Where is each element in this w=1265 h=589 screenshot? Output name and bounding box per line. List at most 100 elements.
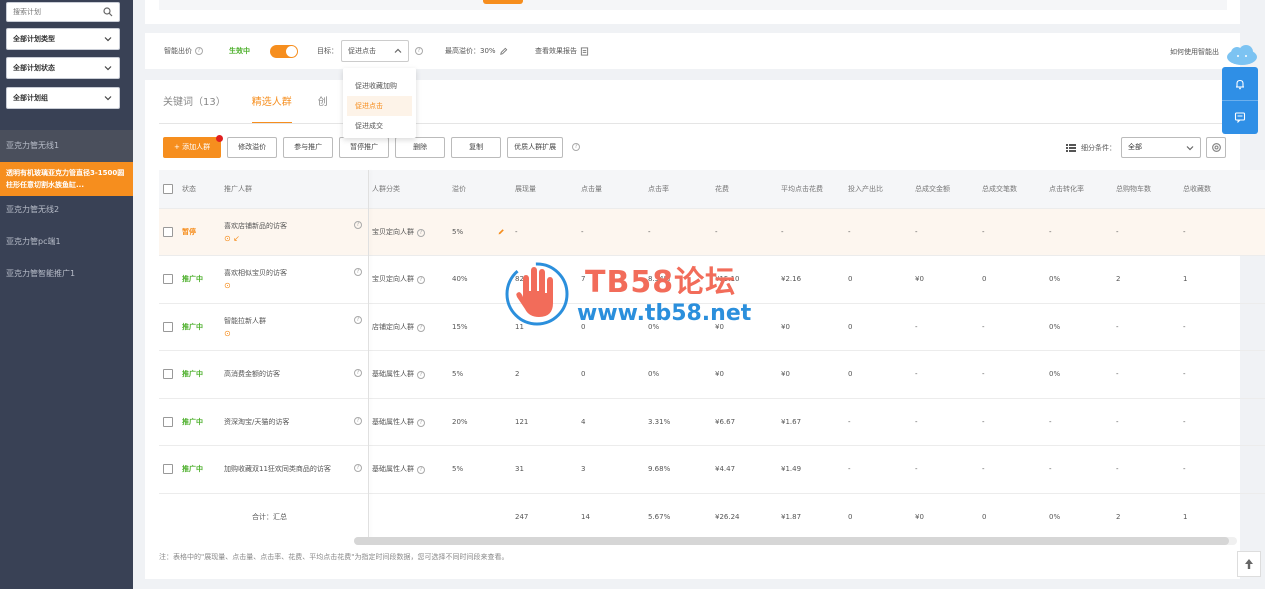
row-premium[interactable]: 5% xyxy=(452,465,463,473)
help-icon[interactable]: ? xyxy=(354,220,362,229)
report-icon[interactable] xyxy=(580,46,589,56)
edit-icon[interactable] xyxy=(497,228,505,236)
help-icon[interactable]: ? xyxy=(354,416,362,425)
goal-option-cart-fav[interactable]: 促进收藏加购 xyxy=(343,76,416,96)
row-status-cell: 推广中 xyxy=(178,445,220,493)
horizontal-scrollbar[interactable] xyxy=(354,537,1237,545)
sidebar: 全部计划类型 全部计划状态 全部计划组 亚克力管无线1 透明有机玻璃亚克力管直径… xyxy=(0,0,133,589)
sidebar-item-plan-pc[interactable]: 亚克力管pc端1 xyxy=(0,232,133,252)
row-cost: ¥0 xyxy=(711,350,777,398)
goal-value: 促进点击 xyxy=(348,47,376,55)
plan-status-select[interactable]: 全部计划状态 xyxy=(6,57,120,79)
row-ctr: 3.31% xyxy=(644,397,711,446)
sidebar-item-plan-smart[interactable]: 亚克力管智能推广1 xyxy=(0,264,133,284)
plan-search-input[interactable] xyxy=(7,3,97,21)
help-icon[interactable]: ? xyxy=(417,276,425,285)
help-icon[interactable]: ? xyxy=(354,369,362,378)
row-audience-cell: 喜欢店铺新品的访客 ⊙ ↙? xyxy=(220,207,368,256)
row-ctr: - xyxy=(644,207,711,256)
filter-select[interactable]: 全部 xyxy=(1121,137,1201,158)
smart-bid-status: 生效中 xyxy=(229,47,250,55)
audience-tag-icon[interactable]: ⊙ xyxy=(224,281,287,290)
row-status[interactable]: 推广中 xyxy=(182,323,203,331)
row-status[interactable]: 推广中 xyxy=(182,275,203,283)
join-promo-button[interactable]: 参与推广 xyxy=(283,137,334,158)
row-carts: - xyxy=(1112,445,1179,493)
modify-premium-button[interactable]: 修改溢价 xyxy=(227,137,278,158)
pause-promo-button[interactable]: 暂停推广 xyxy=(339,137,390,158)
row-ctr: 0% xyxy=(644,350,711,398)
goal-select[interactable]: 促进点击 xyxy=(341,40,409,62)
goal-option-click[interactable]: 促进点击 xyxy=(347,96,412,116)
row-status[interactable]: 推广中 xyxy=(182,465,203,473)
row-checkbox[interactable] xyxy=(163,369,173,380)
cloud-icon[interactable] xyxy=(1225,44,1259,66)
help-icon[interactable]: ? xyxy=(354,268,362,277)
row-premium[interactable]: 5% xyxy=(452,370,463,378)
row-carts: - xyxy=(1112,302,1179,351)
row-checkbox[interactable] xyxy=(163,226,173,237)
row-status[interactable]: 推广中 xyxy=(182,418,203,426)
tab-keywords[interactable]: 关键词（13） xyxy=(163,90,226,124)
row-premium[interactable]: 5% xyxy=(452,228,463,236)
help-icon[interactable]: ? xyxy=(417,466,425,475)
delete-button[interactable]: 删除 xyxy=(395,137,446,158)
tab-audience[interactable]: 精选人群 xyxy=(251,90,292,124)
plan-group-select[interactable]: 全部计划组 xyxy=(6,87,120,109)
row-checkbox[interactable] xyxy=(163,416,173,427)
report-link[interactable]: 查看效果报告 xyxy=(535,46,577,56)
row-audience-cell: 高消费金额的访客? xyxy=(220,350,368,398)
edit-icon[interactable] xyxy=(499,47,508,56)
audience-action-icons[interactable]: ⊙ ↙ xyxy=(224,234,287,243)
row-roi: - xyxy=(844,445,911,493)
how-to-use-smart-bid-link[interactable]: 如何使用智能出 xyxy=(1170,47,1219,57)
plan-search-box[interactable] xyxy=(6,2,120,22)
tab-creative[interactable]: 创 xyxy=(318,90,328,124)
notification-button[interactable] xyxy=(1222,67,1258,100)
header-audience: 推广人群 xyxy=(220,170,368,208)
sidebar-item-active-unit[interactable]: 透明有机玻璃亚克力管直径3-1500圆柱形任意切割水族鱼缸... xyxy=(0,162,133,196)
row-cvr: 0% xyxy=(1045,255,1112,303)
row-checkbox[interactable] xyxy=(163,321,173,332)
audience-tag-icon[interactable]: ⊙ xyxy=(224,329,266,338)
help-icon[interactable]: ? xyxy=(195,47,203,55)
help-icon[interactable]: ? xyxy=(417,418,425,427)
sidebar-item-plan-1[interactable]: 亚克力管无线1 xyxy=(0,130,133,162)
row-status[interactable]: 推广中 xyxy=(182,370,203,378)
search-icon[interactable] xyxy=(103,7,113,17)
help-icon[interactable]: ? xyxy=(417,228,425,237)
quality-expand-button[interactable]: 优质人群扩展 xyxy=(507,137,564,158)
feedback-button[interactable] xyxy=(1222,100,1258,133)
copy-button[interactable]: 复制 xyxy=(451,137,502,158)
back-to-top-button[interactable] xyxy=(1237,551,1261,577)
row-premium[interactable]: 20% xyxy=(452,418,468,426)
help-icon[interactable]: ? xyxy=(417,323,425,332)
settings-button[interactable] xyxy=(1206,137,1226,158)
help-icon[interactable]: ? xyxy=(415,47,423,55)
table-row: 暂停 喜欢店铺新品的访客 ⊙ ↙? 宝贝定向人群? 5% - - - - - - - - - - - xyxy=(159,207,1265,256)
row-impressions: 2 xyxy=(511,350,577,398)
row-orders: 0 xyxy=(978,255,1045,303)
select-all-checkbox[interactable] xyxy=(163,183,173,194)
help-icon[interactable]: ? xyxy=(354,315,362,324)
goal-option-deal[interactable]: 促进成交 xyxy=(343,116,416,136)
row-checkbox[interactable] xyxy=(163,274,173,285)
help-icon[interactable]: ? xyxy=(354,464,362,473)
row-gmv: ¥0 xyxy=(911,255,978,303)
add-audience-button[interactable]: + 添加人群 xyxy=(163,135,224,158)
row-checkbox[interactable] xyxy=(163,464,173,475)
smart-bid-toggle[interactable] xyxy=(270,44,298,58)
chevron-down-icon xyxy=(104,37,112,42)
sidebar-item-plan-2[interactable]: 亚克力管无线2 xyxy=(0,200,133,220)
row-favs: - xyxy=(1179,350,1265,398)
help-icon[interactable]: ? xyxy=(572,143,581,151)
chevron-down-icon xyxy=(104,96,112,101)
plan-type-select[interactable]: 全部计划类型 xyxy=(6,28,120,50)
row-status[interactable]: 暂停 xyxy=(182,228,196,236)
scrollbar-thumb[interactable] xyxy=(354,537,1229,545)
help-icon[interactable]: ? xyxy=(417,371,425,380)
row-premium[interactable]: 40% xyxy=(452,275,468,283)
row-cvr: - xyxy=(1045,397,1112,446)
row-impressions: - xyxy=(511,207,577,256)
row-premium[interactable]: 15% xyxy=(452,323,468,331)
